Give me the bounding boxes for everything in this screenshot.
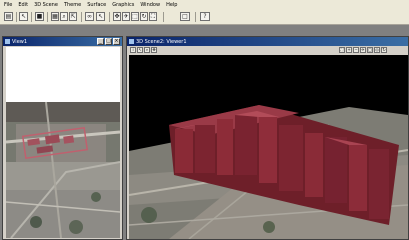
- toolbar-separator: [16, 12, 17, 22]
- measure-icon[interactable]: ⇱: [69, 12, 77, 21]
- toolbar-separator: [47, 12, 48, 22]
- window-icon[interactable]: □: [180, 12, 190, 21]
- full-icon[interactable]: □: [367, 47, 373, 53]
- view-icon[interactable]: ▤: [4, 12, 13, 21]
- toolbar-separator: [109, 12, 110, 22]
- aerial-imagery: [6, 102, 120, 238]
- extent-icon[interactable]: ⛶: [149, 12, 157, 21]
- info-icon[interactable]: i: [130, 47, 136, 53]
- toolbar-separator: [195, 12, 196, 22]
- menu-help[interactable]: Help: [166, 2, 177, 8]
- view1-titlebar[interactable]: View1 _ □ ×: [3, 37, 122, 46]
- menu-graphics[interactable]: Graphics: [112, 2, 134, 8]
- fly-icon[interactable]: ✈: [122, 12, 130, 21]
- viewer1-title: 3D Scene2: Viewer1: [136, 38, 187, 45]
- view1-title: View1: [12, 38, 28, 45]
- layer-icon[interactable]: ■: [35, 12, 44, 21]
- menu-file[interactable]: File: [4, 2, 12, 8]
- minimize-button[interactable]: _: [97, 38, 104, 45]
- binoculars-icon[interactable]: ∞: [85, 12, 94, 21]
- menu-bar: File Edit 3D Scene Theme Surface Graphic…: [0, 0, 409, 9]
- extent-icon[interactable]: ⛶: [339, 47, 345, 53]
- zoom-icon[interactable]: ⌕: [60, 12, 68, 21]
- 3d-city-scene: [129, 55, 408, 239]
- maximize-button[interactable]: □: [105, 38, 112, 45]
- menu-window[interactable]: Window: [140, 2, 160, 8]
- select-icon[interactable]: ⬚: [131, 12, 139, 21]
- menu-3d-scene[interactable]: 3D Scene: [34, 2, 58, 8]
- cursor-icon[interactable]: ↖: [19, 12, 28, 21]
- zoom-out-icon[interactable]: −: [353, 47, 359, 53]
- window-icon: [5, 39, 10, 44]
- zoom-icon[interactable]: ⌕: [144, 47, 150, 53]
- viewer-toolbar: i ↖ ⌕ ✥ ⛶ + − ✈ □ ◎ ↻: [127, 46, 408, 54]
- toolbar-separator: [163, 12, 164, 22]
- rotate-icon[interactable]: ↻: [140, 12, 148, 21]
- menu-edit[interactable]: Edit: [18, 2, 28, 8]
- scene-3d-view[interactable]: [129, 55, 408, 239]
- viewer1-window: 3D Scene2: Viewer1 i ↖ ⌕ ✥ ⛶ + − ✈ □ ◎ ↻: [126, 36, 409, 240]
- pan-icon[interactable]: ✥: [151, 47, 157, 53]
- toolbar-separator: [81, 12, 82, 22]
- view1-blank-area: [6, 47, 120, 102]
- pointer-icon[interactable]: ↖: [96, 12, 105, 21]
- view1-window: View1 _ □ ×: [2, 36, 123, 240]
- close-button[interactable]: ×: [113, 38, 120, 45]
- help-icon[interactable]: ?: [200, 12, 210, 21]
- menu-surface[interactable]: Surface: [87, 2, 106, 8]
- zoom-in-icon[interactable]: +: [346, 47, 352, 53]
- toolbar-separator: [31, 12, 32, 22]
- workspace: View1 _ □ × 3D Scene2: Viewer1 i ↖ ⌕ ✥ ⛶…: [0, 25, 409, 240]
- fly-icon[interactable]: ✈: [360, 47, 366, 53]
- navigate-icon[interactable]: ↖: [137, 47, 143, 53]
- window-icon: [129, 39, 134, 44]
- main-toolbar: ▤ ↖ ■ ▦ ⌕ ⇱ ∞ ↖ ✥ ✈ ⬚ ↻ ⛶ □ ?: [0, 9, 409, 25]
- viewer1-titlebar[interactable]: 3D Scene2: Viewer1: [127, 37, 408, 46]
- scene-icon[interactable]: ▦: [51, 12, 59, 21]
- rotate-icon[interactable]: ↻: [381, 47, 387, 53]
- navigate-icon[interactable]: ✥: [113, 12, 121, 21]
- target-icon[interactable]: ◎: [374, 47, 380, 53]
- view1-map[interactable]: [6, 102, 120, 238]
- menu-theme[interactable]: Theme: [64, 2, 81, 8]
